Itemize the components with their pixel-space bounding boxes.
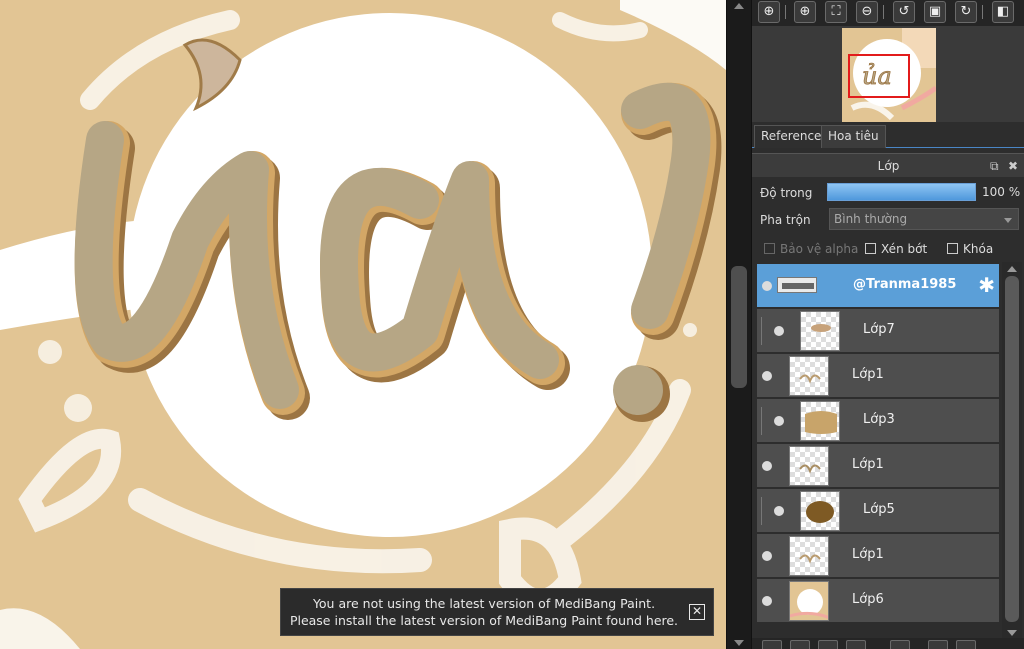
layer-thumbnail [800,311,840,351]
layer-row[interactable]: @Tranma1985 ✱ [757,264,999,308]
layer-thumbnail [789,356,829,396]
opacity-value: 100 % [982,185,1021,199]
zoom-in-fit-icon[interactable]: ⊕ [758,1,780,23]
clipping-indicator [761,317,767,345]
layer-row[interactable]: Lớp1 [757,354,999,398]
close-panel-icon[interactable]: ✖ [1008,154,1018,178]
layer-thumbnail [789,446,829,486]
chevron-down-icon [1004,218,1012,223]
visibility-eye-icon[interactable] [762,551,772,561]
visibility-eye-icon[interactable] [762,281,772,291]
layer-row[interactable]: Lớp1 [757,534,999,578]
navigator-preview[interactable]: ủa [752,26,1024,122]
fit-screen-icon[interactable]: ⛶ [825,1,847,23]
layer-thumbnail [777,277,817,293]
rotate-left-icon[interactable]: ↺ [893,1,915,23]
layer-thumbnail [789,536,829,576]
layer-name: Lớp5 [863,502,895,517]
layer-name: @Tranma1985 [853,277,957,292]
clipping-indicator [761,497,767,525]
toolbar-separator [883,5,884,19]
layer-name: Lớp1 [852,547,884,562]
popout-icon[interactable]: ⧉ [990,154,999,178]
navigator-thumbnail: ủa [842,28,936,122]
drawing-canvas[interactable] [0,0,726,649]
protect-alpha-checkbox[interactable]: Bảo vệ alpha [764,242,858,256]
viewport-indicator[interactable] [848,54,910,98]
toolbar-separator [982,5,983,19]
layer-thumbnail [789,581,829,621]
close-icon[interactable]: ✕ [689,604,705,620]
layer-name: Lớp7 [863,322,895,337]
canvas-artwork [0,0,726,649]
checkbox-icon [764,243,775,254]
canvas-vertical-scrollbar[interactable] [726,0,751,649]
layer-name: Lớp1 [852,367,884,382]
new-8bit-layer-icon[interactable] [790,640,810,649]
blend-mode-value: Bình thường [834,212,908,226]
lock-label: Khóa [963,242,994,256]
notification-line-2[interactable]: Please install the latest version of Med… [289,612,679,629]
lock-checkbox[interactable]: Khóa [947,242,993,256]
layer-thumbnail [800,491,840,531]
duplicate-layer-icon[interactable] [846,640,866,649]
zoom-out-icon[interactable]: ⊖ [856,1,878,23]
layer-toolbar [752,638,1024,649]
layer-list-scrollbar[interactable] [1002,262,1022,638]
layer-thumbnail [800,401,840,441]
gear-icon[interactable]: ✱ [978,275,995,295]
merge-down-icon[interactable] [928,640,948,649]
scrollbar-thumb[interactable] [1005,276,1019,622]
scroll-down-arrow-icon[interactable] [734,640,744,646]
delete-layer-icon[interactable] [956,640,976,649]
layer-list: @Tranma1985 ✱ Lớp7 Lớp1 Lớp3 Lớp1 Lớp5 L… [752,262,1024,634]
opacity-label: Độ trong [760,186,813,200]
layer-panel-header: Lớp ⧉ ✖ [752,153,1024,177]
scroll-up-arrow-icon[interactable] [734,3,744,9]
opacity-slider-fill [828,184,975,200]
visibility-eye-icon[interactable] [762,461,772,471]
new-1bit-layer-icon[interactable] [818,640,838,649]
clipping-label: Xén bớt [881,242,928,256]
protect-alpha-label: Bảo vệ alpha [780,242,859,256]
visibility-eye-icon[interactable] [774,326,784,336]
layer-row[interactable]: Lớp7 [757,309,999,353]
layer-row[interactable]: Lớp6 [757,579,999,623]
layer-row[interactable]: Lớp1 [757,444,999,488]
layer-row[interactable]: Lớp3 [757,399,999,443]
opacity-slider[interactable] [827,183,976,201]
flip-icon[interactable]: ◧ [992,1,1014,23]
right-panel: ⊕ ⊕ ⛶ ⊖ ↺ ▣ ↻ ◧ ủa Reference Hoa tiêu Lớ [751,0,1024,649]
update-notification[interactable]: You are not using the latest version of … [280,588,714,636]
checkbox-icon [865,243,876,254]
panel-tabs: Reference Hoa tiêu [752,122,1024,148]
visibility-eye-icon[interactable] [774,416,784,426]
visibility-eye-icon[interactable] [774,506,784,516]
zoom-in-icon[interactable]: ⊕ [794,1,816,23]
navigator-toolbar: ⊕ ⊕ ⛶ ⊖ ↺ ▣ ↻ ◧ [752,0,1024,26]
layer-name: Lớp6 [852,592,884,607]
tab-reference[interactable]: Reference [754,125,829,148]
clipping-indicator [761,407,767,435]
visibility-eye-icon[interactable] [762,371,772,381]
checkbox-icon [947,243,958,254]
clipping-checkbox[interactable]: Xén bớt [865,242,927,256]
actual-size-icon[interactable]: ▣ [924,1,946,23]
rotate-right-icon[interactable]: ↻ [955,1,977,23]
blend-label: Pha trộn [760,213,811,227]
visibility-eye-icon[interactable] [762,596,772,606]
layer-name: Lớp3 [863,412,895,427]
notification-line-1: You are not using the latest version of … [312,596,656,611]
new-layer-icon[interactable] [762,640,782,649]
blend-mode-select[interactable]: Bình thường [829,208,1019,230]
tab-navigator[interactable]: Hoa tiêu [821,125,886,148]
layer-row[interactable]: Lớp5 [757,489,999,533]
new-folder-icon[interactable] [890,640,910,649]
scroll-down-arrow-icon[interactable] [1007,630,1017,636]
toolbar-separator [785,5,786,19]
scrollbar-thumb[interactable] [731,266,747,388]
layer-panel-title: Lớp [877,159,900,173]
scroll-up-arrow-icon[interactable] [1007,266,1017,272]
layer-name: Lớp1 [852,457,884,472]
